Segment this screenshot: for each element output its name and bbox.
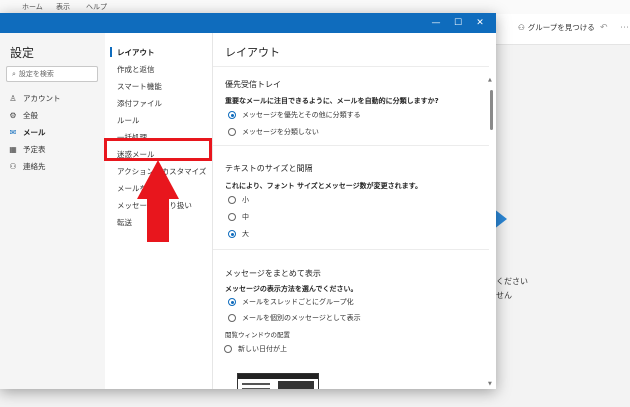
menu-help[interactable]: ヘルプ — [86, 2, 107, 12]
settings-nav: 設定 ⌕ 設定を検索 ♙ アカウント ⚙ 全般 ✉ メール ▦ 予定表 ⚇ 連絡… — [0, 33, 105, 389]
preview-row — [242, 388, 270, 389]
subnav-selected-indicator — [110, 47, 112, 57]
text-size-option-small[interactable]: 小 — [228, 195, 249, 205]
dialog-titlebar: — ☐ ✕ — [0, 13, 496, 33]
radio-icon — [228, 314, 236, 322]
background-text-1: ください — [496, 277, 528, 286]
subnav-smart-features[interactable]: スマート機能 — [117, 81, 162, 92]
junk-email-highlight-box — [104, 138, 212, 161]
reading-pane-label: 閲覧ウィンドウの配置 — [225, 331, 290, 339]
reading-pane-option-newest-top[interactable]: 新しい日付が上 — [224, 344, 287, 354]
radio-icon — [228, 196, 236, 204]
red-arrow-shaft — [147, 198, 169, 242]
page-title: レイアウト — [225, 46, 280, 59]
scroll-down-icon[interactable]: ▼ — [488, 381, 492, 387]
subnav-forwarding[interactable]: 転送 — [117, 217, 132, 228]
settings-search-input[interactable]: ⌕ 設定を検索 — [6, 66, 98, 82]
nav-item-account[interactable]: ♙ アカウント — [8, 93, 60, 104]
gear-icon: ⚙ — [9, 111, 17, 120]
nav-item-mail[interactable]: ✉ メール — [8, 127, 46, 138]
text-size-option-large[interactable]: 大 — [228, 229, 249, 239]
radio-selected-icon — [228, 298, 236, 306]
search-icon: ⌕ — [12, 69, 16, 78]
people-icon: ⚇ — [9, 162, 17, 171]
conversation-option-individual[interactable]: メールを個別のメッセージとして表示 — [228, 313, 361, 323]
radio-icon — [224, 345, 232, 353]
conversation-title: メッセージをまとめて表示 — [225, 269, 321, 278]
maximize-icon[interactable]: ☐ — [450, 16, 466, 30]
settings-title: 設定 — [10, 46, 35, 60]
conversation-option-thread[interactable]: メールをスレッドごとにグループ化 — [228, 297, 354, 307]
preview-row — [242, 383, 270, 385]
reading-pane-preview — [237, 373, 319, 389]
subnav-compose-reply[interactable]: 作成と返信 — [117, 64, 155, 75]
divider — [213, 145, 489, 146]
minimize-icon[interactable]: — — [428, 16, 444, 30]
subnav-layout[interactable]: レイアウト — [117, 47, 155, 58]
radio-selected-icon — [228, 111, 236, 119]
preview-header — [238, 374, 318, 379]
divider — [213, 66, 489, 67]
focused-inbox-title: 優先受信トレイ — [225, 80, 281, 89]
person-icon: ♙ — [9, 94, 17, 103]
nav-item-general[interactable]: ⚙ 全般 — [8, 110, 38, 121]
background-text-2: せん — [496, 291, 512, 300]
close-icon[interactable]: ✕ — [472, 16, 488, 30]
radio-icon — [228, 128, 236, 136]
undo-icon[interactable]: ↶ — [600, 23, 608, 33]
red-arrow-head — [137, 160, 179, 199]
nav-item-contacts[interactable]: ⚇ 連絡先 — [8, 161, 45, 172]
radio-selected-icon — [228, 230, 236, 238]
settings-dialog: — ☐ ✕ 設定 ⌕ 設定を検索 ♙ アカウント ⚙ 全般 ✉ メール ▦ 予定… — [0, 13, 496, 389]
preview-pane — [278, 381, 314, 389]
more-icon[interactable]: ⋯ — [620, 23, 629, 33]
divider — [213, 249, 489, 250]
conversation-question: メッセージの表示方法を選んでください。 — [225, 285, 358, 293]
text-size-title: テキストのサイズと間隔 — [225, 164, 313, 173]
menu-home[interactable]: ホーム — [22, 2, 43, 12]
scrollbar-thumb[interactable] — [490, 90, 493, 130]
nav-item-calendar[interactable]: ▦ 予定表 — [8, 144, 45, 155]
text-size-option-medium[interactable]: 中 — [228, 212, 249, 222]
focused-inbox-option-nosort[interactable]: メッセージを分類しない — [228, 127, 319, 137]
radio-icon — [228, 213, 236, 221]
calendar-icon: ▦ — [9, 145, 17, 154]
layout-settings-panel: レイアウト ▲ ▼ 優先受信トレイ 重要なメールに注目できるように、メールを自動… — [212, 33, 496, 389]
focused-inbox-option-sort[interactable]: メッセージを優先とその他に分類する — [228, 110, 361, 120]
subnav-rules[interactable]: ルール — [117, 115, 140, 126]
find-groups-button[interactable]: ⚇ グループを見つける — [518, 22, 595, 33]
focused-inbox-question: 重要なメールに注目できるように、メールを自動的に分類しますか? — [225, 97, 439, 105]
menu-view[interactable]: 表示 — [56, 2, 70, 12]
mail-icon: ✉ — [9, 128, 17, 137]
text-size-question: これにより、フォント サイズとメッセージ数が変更されます。 — [225, 182, 422, 190]
subnav-attachments[interactable]: 添付ファイル — [117, 98, 162, 109]
group-icon: ⚇ — [518, 23, 525, 32]
scroll-up-icon[interactable]: ▲ — [488, 77, 492, 83]
